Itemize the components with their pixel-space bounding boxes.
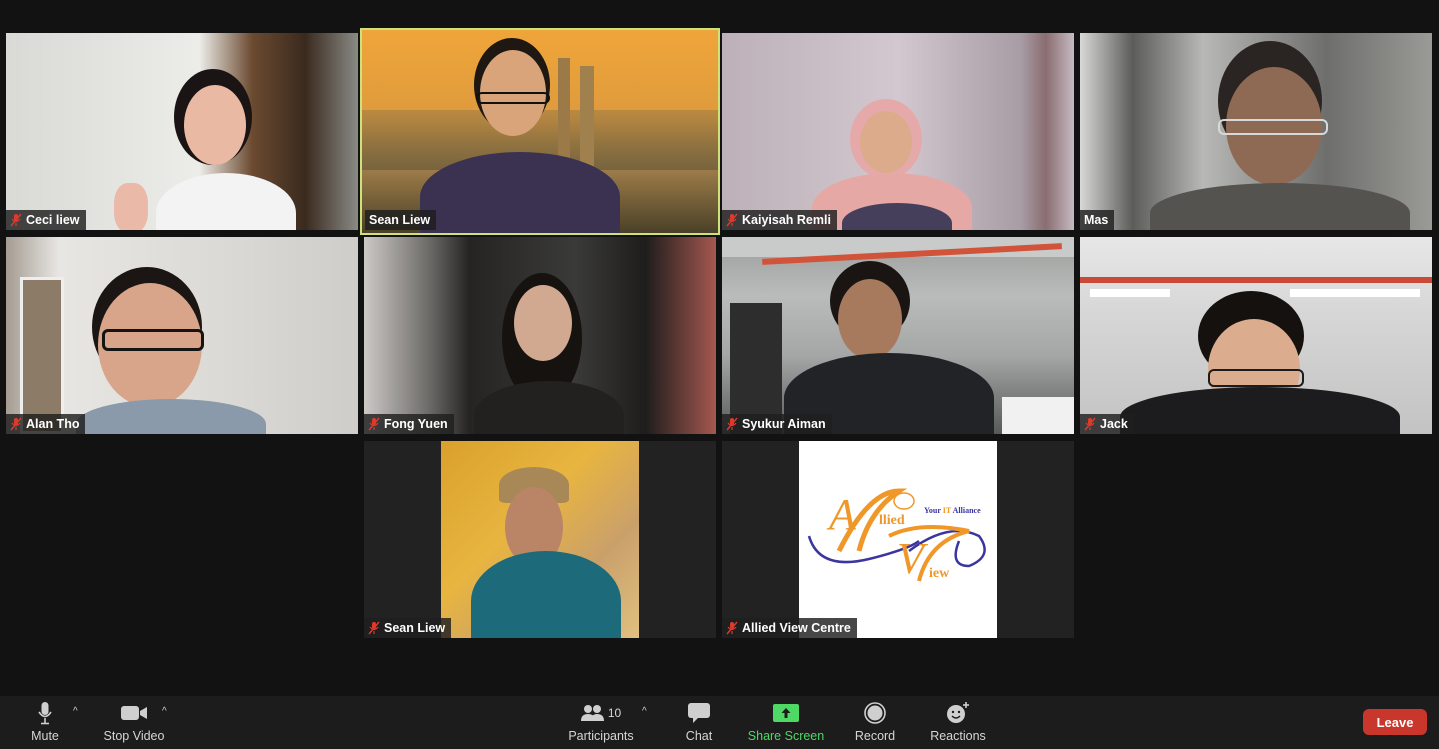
meeting-toolbar: Mute ^ Stop Video ^ 10 Participants ^ Ch… — [0, 696, 1439, 749]
logo-tagline: Your IT Alliance — [924, 506, 981, 515]
logo-initial-a: A — [829, 490, 856, 539]
reactions-button[interactable]: Reactions — [928, 696, 988, 749]
muted-mic-icon — [726, 621, 738, 635]
mute-button[interactable]: Mute — [22, 696, 68, 749]
share-screen-button[interactable]: Share Screen — [744, 696, 828, 749]
audio-options-caret[interactable]: ^ — [73, 706, 78, 717]
record-label: Record — [854, 729, 896, 743]
muted-mic-icon — [10, 213, 22, 227]
stop-video-label: Stop Video — [103, 729, 165, 743]
profile-picture-background — [364, 441, 716, 638]
muted-mic-icon — [10, 417, 22, 431]
participant-name: Alan Tho — [26, 417, 80, 431]
stop-video-button[interactable]: Stop Video — [100, 696, 168, 749]
profile-picture-background: Your IT Alliance A llied V iew — [722, 441, 1074, 638]
video-gallery: Ceci liew Sean Liew Kaiyisah Remli Mas A… — [0, 0, 1439, 696]
video-tile[interactable]: Fong Yuen — [364, 237, 716, 434]
participant-video — [6, 33, 358, 230]
participant-name: Fong Yuen — [384, 417, 448, 431]
profile-picture — [441, 441, 639, 638]
video-tile[interactable]: Mas — [1080, 33, 1432, 230]
participant-name: Sean Liew — [384, 621, 446, 635]
logo-word-view: iew — [929, 566, 950, 581]
participant-nameplate: Sean Liew — [365, 210, 437, 230]
muted-mic-icon — [1084, 417, 1096, 431]
participant-nameplate: Kaiyisah Remli — [722, 210, 837, 230]
participant-nameplate: Syukur Aiman — [722, 414, 832, 434]
participant-nameplate: Alan Tho — [6, 414, 86, 434]
logo-word-allied: llied — [879, 513, 905, 528]
muted-mic-icon — [368, 417, 380, 431]
participants-count: 10 — [607, 706, 622, 720]
reactions-label: Reactions — [930, 729, 986, 743]
participant-nameplate: Fong Yuen — [364, 414, 454, 434]
share-screen-icon — [773, 701, 799, 725]
microphone-icon — [37, 701, 53, 725]
tagline-suffix: Alliance — [951, 506, 981, 515]
participant-name: Mas — [1084, 213, 1109, 227]
tagline-highlight: IT — [942, 506, 952, 515]
participant-nameplate: Ceci liew — [6, 210, 86, 230]
participant-nameplate: Sean Liew — [364, 618, 452, 638]
muted-mic-icon — [726, 417, 738, 431]
video-tile-active-speaker[interactable]: Sean Liew — [360, 28, 720, 235]
video-tile[interactable]: Sean Liew — [364, 441, 716, 638]
video-tile[interactable]: Kaiyisah Remli — [722, 33, 1074, 230]
participant-name: Syukur Aiman — [742, 417, 826, 431]
participant-nameplate: Jack — [1080, 414, 1134, 434]
participant-video — [364, 237, 716, 434]
video-tile[interactable]: Alan Tho — [6, 237, 358, 434]
participant-nameplate: Mas — [1080, 210, 1115, 230]
video-tile[interactable]: Jack — [1080, 237, 1432, 434]
participants-label: Participants — [568, 729, 634, 743]
video-options-caret[interactable]: ^ — [162, 706, 167, 717]
participant-video — [6, 237, 358, 434]
reactions-icon — [946, 701, 970, 725]
participants-options-caret[interactable]: ^ — [642, 706, 647, 717]
share-screen-label: Share Screen — [747, 729, 825, 743]
participant-video — [722, 237, 1074, 434]
video-tile[interactable]: Ceci liew — [6, 33, 358, 230]
muted-mic-icon — [726, 213, 738, 227]
chat-button[interactable]: Chat — [680, 696, 718, 749]
tagline-prefix: Your — [924, 506, 943, 515]
participant-video — [1080, 33, 1432, 230]
participants-icon — [580, 705, 604, 721]
leave-button[interactable]: Leave — [1363, 709, 1427, 735]
participant-video — [362, 30, 718, 233]
muted-mic-icon — [368, 621, 380, 635]
participant-video — [1080, 237, 1432, 434]
chat-label: Chat — [685, 729, 713, 743]
record-icon — [864, 701, 886, 725]
video-camera-icon — [121, 701, 147, 725]
company-logo: Your IT Alliance A llied V iew — [799, 441, 997, 638]
participant-name: Allied View Centre — [742, 621, 851, 635]
participants-button[interactable]: 10 Participants — [564, 696, 638, 749]
participant-name: Kaiyisah Remli — [742, 213, 831, 227]
participant-name: Jack — [1100, 417, 1128, 431]
mute-label: Mute — [31, 729, 59, 743]
video-tile[interactable]: Your IT Alliance A llied V iew Allied Vi… — [722, 441, 1074, 638]
video-tile[interactable]: Syukur Aiman — [722, 237, 1074, 434]
record-button[interactable]: Record — [850, 696, 900, 749]
participant-nameplate: Allied View Centre — [722, 618, 857, 638]
participant-name: Ceci liew — [26, 213, 80, 227]
participant-video — [722, 33, 1074, 230]
participant-name: Sean Liew — [369, 213, 431, 227]
logo-initial-v: V — [897, 534, 924, 583]
chat-bubble-icon — [688, 701, 710, 725]
participants-icon-group: 10 — [580, 701, 622, 725]
